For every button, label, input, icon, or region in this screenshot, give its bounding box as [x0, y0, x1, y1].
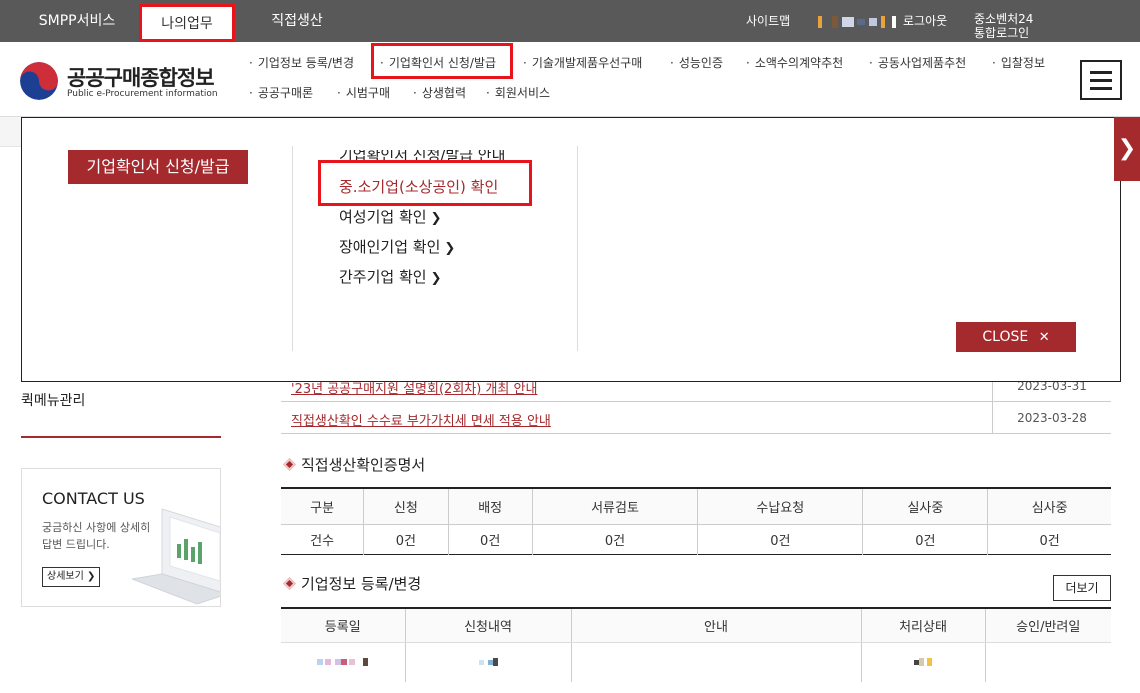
divider [21, 436, 221, 438]
close-icon: ✕ [1038, 330, 1050, 345]
contact-us-box: CONTACT US 궁금하신 사항에 상세히 답변 드립니다. 상세보기 ❯ [21, 468, 221, 607]
logo-subtitle: Public e-Procurement information [67, 89, 218, 99]
chevron-right-icon: ❯ [444, 241, 456, 256]
mega-menu-panel: 기업확인서 신청/발급 기업확인서 신청/발급 안내 중.소기업(소상공인) 확… [21, 117, 1121, 382]
gnb-public-purchase-theory[interactable]: 공공구매론 [249, 84, 313, 101]
sme-login-line1: 중소벤처24 [974, 12, 1034, 26]
gnb-company-info[interactable]: 기업정보 등록/변경 [249, 54, 354, 71]
gnb-joint-product[interactable]: 공동사업제품추천 [869, 54, 966, 71]
panel-link-label: 여성기업 확인 [339, 208, 427, 226]
notice-date: 2023-03-28 [992, 402, 1111, 434]
panel-link-deemed-company[interactable]: 간주기업 확인 ❯ [339, 266, 441, 287]
site-header: 공공구매종합정보 Public e-Procurement informatio… [0, 42, 1140, 117]
top-bar: SMPP서비스 나의업무 직접생산 사이트맵 로그아웃 중소벤처24 통합로그인 [0, 0, 1140, 42]
blurred-request-cell [404, 642, 571, 682]
taeguk-logo-icon [20, 62, 58, 100]
section-title-direct-production: 직접생산확인증명서 [283, 454, 425, 475]
table-cell: 건수 [310, 533, 335, 549]
tab-direct-production[interactable]: 직접생산 [238, 0, 356, 42]
sme-login-line2: 통합로그인 [974, 26, 1030, 40]
diamond-bullet-icon [283, 577, 296, 590]
table-header: 신청내역 [404, 608, 571, 643]
contact-detail-button[interactable]: 상세보기 ❯ [42, 567, 101, 587]
table-header: 구분 [281, 488, 364, 525]
table-header-row: 등록일 신청내역 안내 처리상태 승인/반려일 [281, 608, 1111, 643]
table-cell[interactable]: 0건 [862, 524, 988, 554]
panel-divider [292, 146, 293, 351]
blurred-status-cell [860, 642, 985, 682]
gnb-highlight-box [371, 43, 513, 79]
table-header: 안내 [570, 608, 861, 643]
gnb-pilot-purchase[interactable]: 시범구매 [337, 84, 390, 101]
company-info-table: 등록일 신청내역 안내 처리상태 승인/반려일 [281, 607, 1111, 682]
logout-link[interactable]: 로그아웃 [903, 0, 947, 42]
table-header: 등록일 [281, 608, 405, 643]
tab-smpp-service[interactable]: SMPP서비스 [18, 0, 136, 42]
blurred-date-cell [281, 642, 405, 682]
logo-title: 공공구매종합정보 [67, 66, 215, 90]
panel-link-label: 장애인기업 확인 [339, 238, 441, 256]
table-row: 건수 0건 0건 0건 0건 0건 0건 [281, 524, 1111, 554]
contact-detail-label: 상세보기 [47, 571, 84, 582]
table-header: 서류검토 [531, 488, 698, 525]
notice-title[interactable]: 직접생산확인 수수료 부가가치세 면세 적용 안내 [291, 410, 551, 429]
panel-link-label: 간주기업 확인 [339, 268, 427, 286]
table-cell[interactable]: 0건 [447, 524, 533, 554]
contact-title: CONTACT US [42, 489, 145, 508]
table-cell [570, 642, 861, 682]
chevron-right-icon: ❯ [430, 271, 442, 286]
table-cell [984, 642, 1111, 682]
tab-my-work[interactable]: 나의업무 [139, 4, 235, 42]
table-cell[interactable]: 0건 [987, 524, 1111, 554]
gnb-small-contract[interactable]: 소액수의계약추천 [746, 54, 843, 71]
gnb-bid-info[interactable]: 입찰정보 [992, 54, 1045, 71]
direct-production-table: 구분 신청 배정 서류검토 수납요청 실사중 심사중 건수 0건 0건 0건 0… [281, 487, 1111, 555]
chevron-right-icon[interactable]: ❯ [1114, 117, 1140, 181]
chevron-right-icon: ❯ [430, 211, 442, 226]
table-header: 승인/반려일 [984, 608, 1111, 643]
hamburger-menu-icon[interactable] [1080, 60, 1122, 100]
laptop-illustration-icon [132, 508, 220, 605]
quick-menu-link[interactable]: 퀵메뉴관리 [21, 390, 85, 410]
gnb-performance-cert[interactable]: 성능인증 [670, 54, 723, 71]
contact-text: 궁금하신 사항에 상세히 답변 드립니다. [42, 521, 151, 551]
table-header: 신청 [363, 488, 448, 525]
notice-row[interactable]: 직접생산확인 수수료 부가가치세 면세 적용 안내 2023-03-28 [281, 402, 1111, 434]
table-cell[interactable]: 0건 [363, 524, 448, 554]
section-title-label: 기업정보 등록/변경 [301, 575, 422, 593]
section-title-label: 직접생산확인증명서 [301, 456, 426, 474]
gnb-tech-product-purchase[interactable]: 기술개발제품우선구매 [523, 54, 642, 71]
gnb-cooperation[interactable]: 상생협력 [413, 84, 466, 101]
table-header-row: 구분 신청 배정 서류검토 수납요청 실사중 심사중 [281, 488, 1111, 525]
table-header: 심사중 [987, 488, 1111, 525]
panel-highlight-box [318, 160, 532, 206]
sitemap-link[interactable]: 사이트맵 [746, 0, 790, 42]
panel-title: 기업확인서 신청/발급 [68, 150, 248, 184]
panel-link-women-company[interactable]: 여성기업 확인 ❯ [339, 206, 441, 227]
table-cell[interactable]: 0건 [697, 524, 863, 554]
table-cell[interactable]: 0건 [531, 524, 698, 554]
user-name-blurred [818, 0, 896, 42]
panel-divider [577, 146, 578, 351]
diamond-bullet-icon [283, 458, 296, 471]
close-button[interactable]: CLOSE ✕ [956, 322, 1076, 352]
section-title-company-info: 기업정보 등록/변경 [283, 573, 421, 594]
table-header: 수납요청 [697, 488, 863, 525]
table-row[interactable] [281, 642, 1111, 682]
gnb-member-service[interactable]: 회원서비스 [486, 84, 550, 101]
close-label: CLOSE [982, 329, 1029, 345]
more-button[interactable]: 더보기 [1053, 575, 1111, 601]
table-header: 실사중 [862, 488, 988, 525]
panel-link-disabled-company[interactable]: 장애인기업 확인 ❯ [339, 236, 455, 257]
table-header: 배정 [447, 488, 533, 525]
chevron-right-icon: ❯ [87, 571, 96, 582]
table-header: 처리상태 [860, 608, 985, 643]
